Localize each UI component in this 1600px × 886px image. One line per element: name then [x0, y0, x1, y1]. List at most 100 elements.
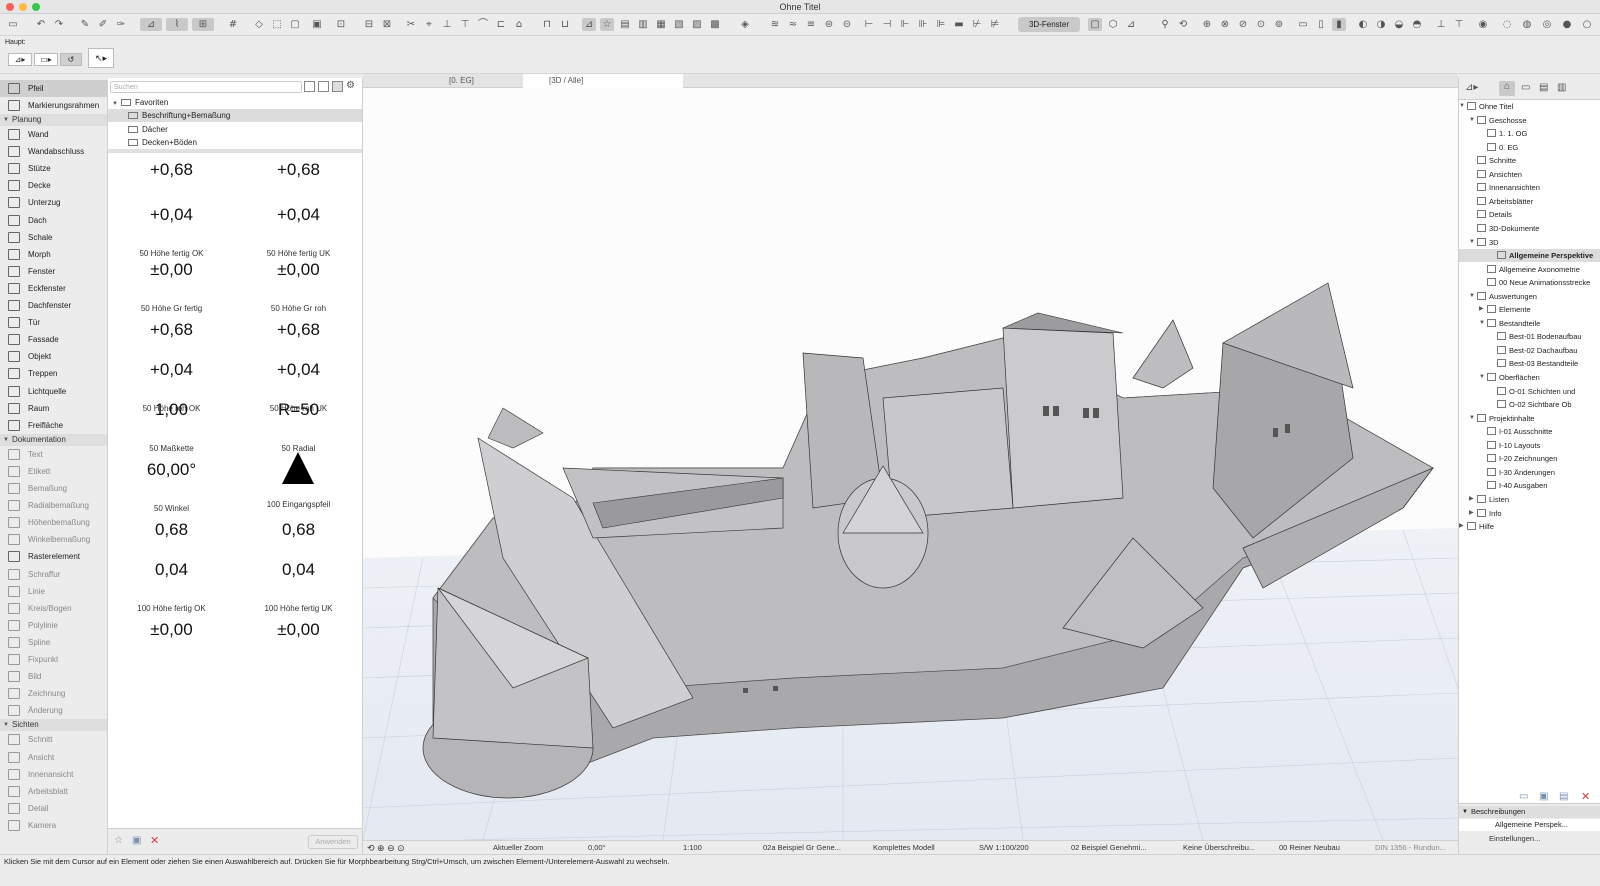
tool-stütze[interactable]: Stütze [0, 160, 107, 177]
pipette-icon[interactable]: ✐ [96, 18, 110, 31]
tool-n-icon[interactable]: ⊝ [840, 18, 854, 31]
tool-winkelbemaßung[interactable]: Winkelbemaßung [0, 531, 107, 548]
layout-book-icon[interactable]: ▤ [1539, 82, 1548, 93]
navigator-menu-icon[interactable]: ⊿▸ [1465, 82, 1478, 93]
tool-x-icon[interactable]: ⊗ [1218, 18, 1232, 31]
floor-plan-icon[interactable]: ⊿ [582, 18, 596, 31]
navigator-item[interactable]: ▼ Ohne Titel [1459, 100, 1513, 113]
tool-ac-icon[interactable]: ▯ [1314, 18, 1328, 31]
pick-icon[interactable]: ✎ [78, 18, 92, 31]
tool-t-icon[interactable]: ▬ [952, 18, 966, 31]
tool-spline[interactable]: Spline [0, 634, 107, 651]
tool-arbeitsblatt[interactable]: Arbeitsblatt [0, 783, 107, 800]
offset-icon[interactable]: ⊏ [494, 18, 508, 31]
tool-schraffur[interactable]: Schraffur [0, 566, 107, 583]
navigator-item[interactable]: Allgemeine Axonometrie [1487, 263, 1580, 276]
guide-line-icon[interactable]: ⊿ [140, 18, 162, 31]
tool-text[interactable]: Text [0, 446, 107, 463]
tool-ao-icon[interactable]: ○ [1580, 18, 1594, 31]
zoom-select[interactable]: Aktueller Zoom [493, 841, 543, 854]
navigator-item[interactable]: 3D-Dokumente [1477, 222, 1539, 235]
tool-a-icon[interactable]: ⊓ [540, 18, 554, 31]
expand-toggle-icon[interactable]: ▼ [1459, 100, 1465, 113]
zoom-window-icon[interactable] [32, 3, 40, 11]
favorite-item[interactable]: +0,04 50 Höhe fertig UK [235, 203, 362, 263]
intersect-icon[interactable]: ⌖ [422, 18, 436, 31]
tool-o-icon[interactable]: ⊢ [862, 18, 876, 31]
expand-toggle-icon[interactable]: ▼ [1469, 236, 1475, 249]
tool-f-icon[interactable]: ▧ [672, 18, 686, 31]
arrow-tool-icon[interactable]: ↖▸ [88, 48, 114, 68]
roof-icon[interactable]: ⌂ [512, 18, 526, 31]
align-icon[interactable]: ⊟ [362, 18, 376, 31]
tool-rasterelement[interactable]: Rasterelement [0, 548, 107, 565]
tool-ab-icon[interactable]: ▭ [1296, 18, 1310, 31]
gear-icon[interactable]: ⚙ [346, 80, 355, 91]
navigator-item[interactable]: I-20 Zeichnungen [1487, 452, 1557, 465]
navigator-item[interactable]: Best-03 Bestandteile [1497, 357, 1578, 370]
tool-ansicht[interactable]: Ansicht [0, 749, 107, 766]
tool-ah-icon[interactable]: ◓ [1410, 18, 1424, 31]
undo-zoom-icon[interactable]: ⟲ ⊕ ⊖ ⊙ [367, 841, 405, 854]
tool-g-icon[interactable]: ▨ [690, 18, 704, 31]
tool-kamera[interactable]: Kamera [0, 817, 107, 834]
list-view-icon[interactable] [304, 81, 315, 92]
navigator-item[interactable]: O-01 Schichten und [1497, 385, 1575, 398]
favorite-item[interactable]: 1,00 50 Maßkette [108, 398, 235, 458]
tool-e-icon[interactable]: ▦ [654, 18, 668, 31]
redo-icon[interactable]: ↷ [52, 18, 66, 31]
favorite-item[interactable]: ±0,00 [235, 618, 362, 678]
add-favorite-icon[interactable]: ☆ [114, 835, 123, 846]
favorite-item[interactable]: ±0,00 50 Höhe Gr fertig [108, 258, 235, 318]
navigator-item[interactable]: 1. 1. OG [1487, 127, 1527, 140]
walk-icon[interactable]: ⚲ [1158, 18, 1172, 31]
tool-dachfenster[interactable]: Dachfenster [0, 297, 107, 314]
geometry-method-icon[interactable]: ▭▸ [34, 53, 58, 66]
pen-set-select[interactable]: S/W 1:100/200 [979, 841, 1029, 854]
tool-ak-icon[interactable]: ◌ [1500, 18, 1514, 31]
clone-view-icon[interactable]: ▣ [1539, 791, 1548, 802]
favorites-search-input[interactable]: Suchen [110, 81, 302, 93]
tool-fixpunkt[interactable]: Fixpunkt [0, 651, 107, 668]
navigator-item[interactable]: Best-02 Dachaufbau [1497, 344, 1577, 357]
orbit-icon[interactable]: ⟲ [1176, 18, 1190, 31]
camera-icon[interactable]: ◉ [1476, 18, 1490, 31]
navigator-item[interactable]: ▼ Projektinhalte [1469, 412, 1534, 425]
tool-morph[interactable]: Morph [0, 246, 107, 263]
tool-r-icon[interactable]: ⊪ [916, 18, 930, 31]
tool-z-icon[interactable]: ⊙ [1254, 18, 1268, 31]
expand-toggle-icon[interactable]: ▼ [1479, 371, 1485, 384]
tool-ag-icon[interactable]: ◒ [1392, 18, 1406, 31]
view-combo-select[interactable]: 02 Beispiel Genehmi... [1071, 841, 1146, 854]
undo-icon[interactable]: ↶ [34, 18, 48, 31]
navigator-item[interactable]: ▶ Listen [1469, 493, 1509, 506]
expand-toggle-icon[interactable]: ▼ [1479, 317, 1485, 330]
navigator-item[interactable]: ▼ Bestandteile [1479, 317, 1540, 330]
snap-icon[interactable]: ⌇ [166, 18, 188, 31]
apply-button[interactable]: Anwenden [308, 835, 358, 849]
tool-af-icon[interactable]: ◑ [1374, 18, 1388, 31]
minimize-window-icon[interactable] [19, 3, 27, 11]
tool-wandabschluss[interactable]: Wandabschluss [0, 143, 107, 160]
navigator-item[interactable]: Ansichten [1477, 168, 1522, 181]
descriptions-header[interactable]: ▼ Beschreibungen [1459, 806, 1600, 818]
navigator-item[interactable]: ▶ Info [1469, 507, 1502, 520]
tool-radialbemaßung[interactable]: Radialbemaßung [0, 497, 107, 514]
tool-b-icon[interactable]: ⊔ [558, 18, 572, 31]
tool-c-icon[interactable]: ▤ [618, 18, 632, 31]
morph-mode-icon[interactable]: ↺ [60, 53, 82, 66]
navigator-item[interactable]: ▼ 3D [1469, 236, 1499, 249]
tool-lichtquelle[interactable]: Lichtquelle [0, 383, 107, 400]
tool-h-icon[interactable]: ▩ [708, 18, 722, 31]
navigator-item[interactable]: Innenansichten [1477, 181, 1540, 194]
tool-änderung[interactable]: Änderung [0, 702, 107, 719]
tool-fenster[interactable]: Fenster [0, 263, 107, 280]
3d-viewport[interactable] [363, 88, 1458, 840]
tool-u-icon[interactable]: ⊬ [970, 18, 984, 31]
tool-v-icon[interactable]: ⊭ [988, 18, 1002, 31]
favorites-star-icon[interactable]: ☆ [600, 18, 614, 31]
section-dokumentation[interactable]: Dokumentation [0, 433, 107, 446]
tool-objekt[interactable]: Objekt [0, 348, 107, 365]
delete-view-icon[interactable]: ✕ [1581, 790, 1590, 803]
favorite-folder[interactable]: Beschriftung+Bemaßung [108, 109, 362, 122]
